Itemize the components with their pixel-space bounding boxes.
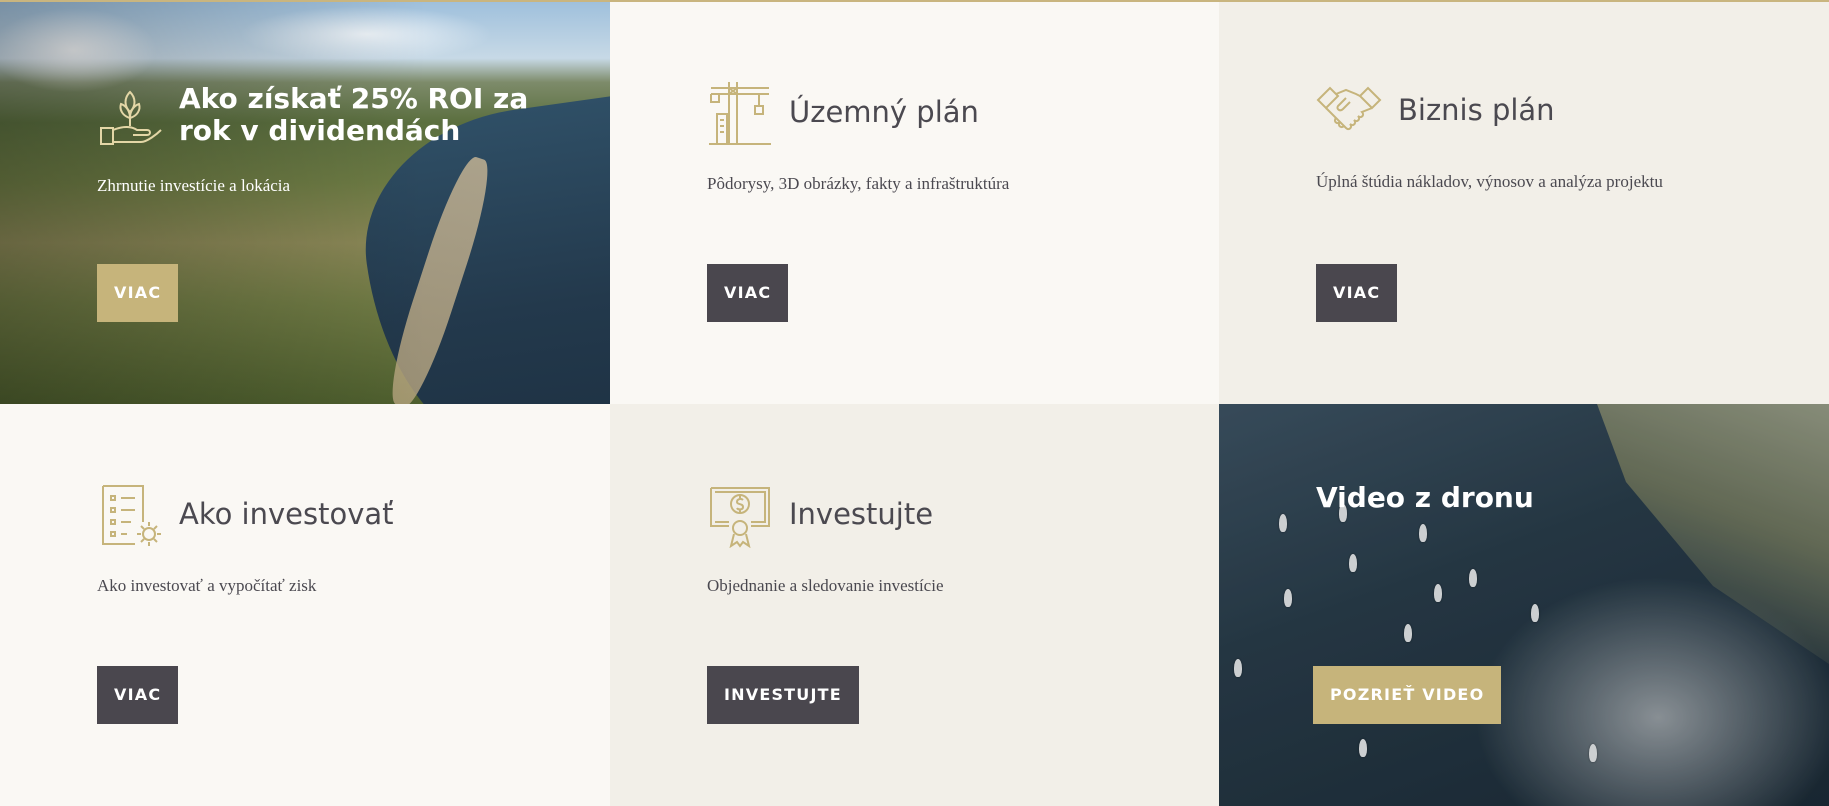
tile-description: Zhrnutie investície a lokácia [97, 176, 291, 195]
certificate-icon [707, 482, 773, 548]
roi-more-button[interactable]: VIAC [97, 264, 179, 322]
tile-description: Pôdorysy, 3D obrázky, fakty a infraštruk… [707, 174, 1010, 193]
tile-howto: Ako investovať Ako investovať a vypočíta… [0, 404, 610, 806]
tile-zoning: Územný plán Pôdorysy, 3D obrázky, fakty … [610, 2, 1219, 404]
tile-description: Ako investovať a vypočítať zisk [97, 576, 317, 595]
zoning-more-button[interactable]: VIAC [707, 264, 789, 322]
tile-invest: Investujte Objednanie a sledovanie inves… [610, 404, 1219, 806]
howto-more-button[interactable]: VIAC [97, 666, 179, 724]
tile-title: Ako investovať [179, 497, 394, 532]
watch-video-button[interactable]: POZRIEŤ VIDEO [1313, 666, 1502, 724]
handshake-icon [1316, 78, 1382, 144]
crane-building-icon [707, 80, 773, 146]
tile-title: Investujte [789, 497, 934, 532]
tile-description: Úplná štúdia nákladov, výnosov a analýza… [1316, 172, 1663, 191]
invest-button[interactable]: INVESTUJTE [707, 666, 859, 724]
tile-title: Biznis plán [1398, 93, 1555, 128]
tile-description: Objednanie a sledovanie investície [707, 576, 944, 595]
tile-business: Biznis plán Úplná štúdia nákladov, výnos… [1219, 2, 1829, 404]
feature-grid: Ako získať 25% ROI za rok v dividendách … [0, 0, 1829, 806]
hand-sprout-icon [97, 82, 163, 148]
tile-video: Video z dronu POZRIEŤ VIDEO [1219, 404, 1829, 806]
business-more-button[interactable]: VIAC [1316, 264, 1398, 322]
tile-title: Ako získať 25% ROI za rok v dividendách [179, 81, 529, 147]
tile-roi: Ako získať 25% ROI za rok v dividendách … [0, 2, 610, 404]
tile-title: Územný plán [789, 95, 979, 130]
checklist-gear-icon [97, 482, 163, 548]
tile-title: Video z dronu [1316, 481, 1534, 514]
